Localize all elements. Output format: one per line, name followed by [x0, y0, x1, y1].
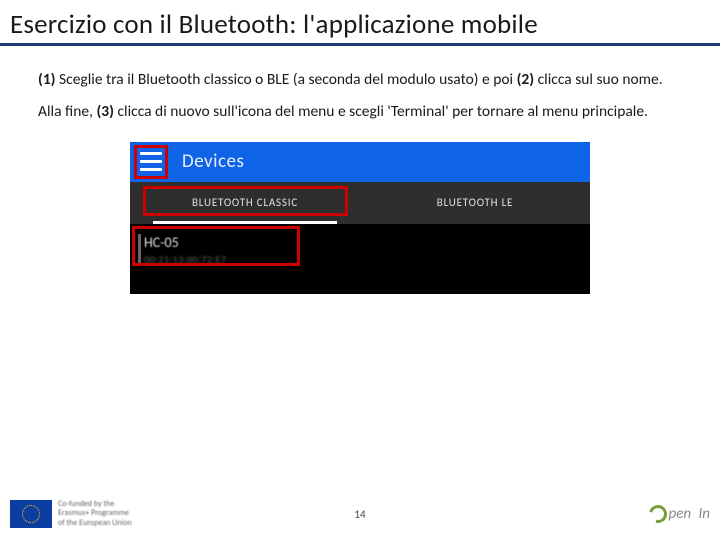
slide-body: (1) Sceglie tra il Bluetooth classico o … [0, 46, 720, 128]
brand-logo: pen In [649, 505, 711, 523]
tab-bar: BLUETOOTH CLASSIC BLUETOOTH LE [130, 182, 590, 224]
brand-ring-icon [645, 502, 670, 527]
eu-line3: of the European Union [58, 519, 132, 528]
step-1-num: (1) [38, 70, 56, 89]
device-row[interactable]: HC-05 00:21:13:00:72:E7 [138, 232, 590, 266]
brand-text-b: In [699, 505, 711, 523]
app-bar: Devices [130, 142, 590, 182]
brand-text-a: pen [669, 505, 692, 523]
device-name: HC-05 [144, 234, 590, 251]
step-1-text: Sceglie tra il Bluetooth classico o BLE … [56, 70, 517, 89]
tab-bluetooth-le[interactable]: BLUETOOTH LE [360, 182, 590, 224]
slide-footer: Co-funded by the Erasmus+ Programme of t… [0, 494, 720, 534]
phone-screenshot: 1 2 3 Devices BLUETOOTH CLASSIC BLUETOOT… [130, 142, 590, 294]
device-list: HC-05 00:21:13:00:72:E7 [130, 224, 590, 294]
eu-flag-icon [10, 500, 52, 528]
step-3-text: clicca di nuovo sull'icona del menu e sc… [114, 102, 648, 121]
app-bar-title: Devices [182, 150, 244, 173]
eu-funding-block: Co-funded by the Erasmus+ Programme of t… [10, 500, 132, 528]
slide-title: Esercizio con il Bluetooth: l'applicazio… [0, 0, 720, 46]
tab-bluetooth-classic[interactable]: BLUETOOTH CLASSIC [130, 182, 360, 224]
device-mac: 00:21:13:00:72:E7 [144, 253, 590, 266]
hamburger-menu-icon[interactable] [140, 149, 166, 175]
page-number: 14 [354, 508, 365, 521]
step-2-num: (2) [517, 70, 535, 89]
step-3-num: (3) [96, 102, 114, 121]
